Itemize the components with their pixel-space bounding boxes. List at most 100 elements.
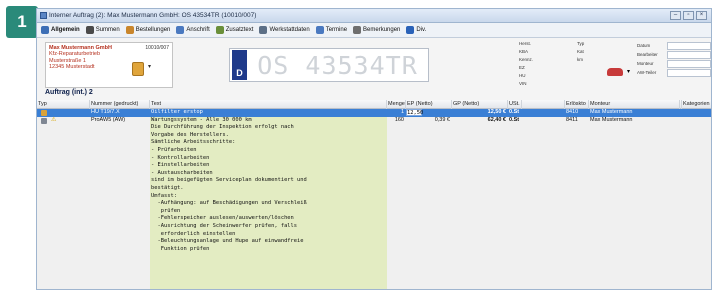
text-continuation-row[interactable]: sind im beigefügten Serviceplan dokument…	[37, 177, 711, 185]
row-text: -Aufhängung: auf Beschädigungen und Vers…	[151, 200, 307, 207]
vehicle-label: KBA	[519, 49, 529, 54]
row-text: - Prüfarbeiten	[151, 146, 197, 153]
chevron-down-icon[interactable]: ▾	[627, 68, 630, 75]
editor-label: Bearbeiter	[637, 52, 658, 57]
row-text: -Beleuchtungsanlage und Hupe auf einwand…	[151, 238, 304, 245]
column-header[interactable]: GP (Netto)	[452, 100, 508, 109]
table-row[interactable]: ⚠ ProAW5 (AW) Wartungssystem - Alle 30 000…	[37, 116, 711, 125]
text-continuation-row[interactable]: prüfen	[37, 207, 711, 216]
row-text: bestätigt.	[151, 184, 184, 191]
text-continuation-row[interactable]: erforderlich einstellen	[37, 230, 711, 239]
column-header[interactable]: Erlöskto	[565, 100, 589, 109]
mechanic-field[interactable]	[667, 59, 711, 68]
column-header[interactable]: Menge	[387, 100, 406, 109]
row-mechanic: Max Mustermann	[590, 109, 633, 115]
text-continuation-row[interactable]: - Prüfarbeiten	[37, 146, 711, 155]
row-text: prüfen	[151, 207, 181, 214]
toolbar-item-werkstattdaten[interactable]: Werkstattdaten	[259, 26, 310, 34]
text-continuation-row[interactable]: bestätigt.	[37, 184, 711, 193]
row-text: erforderlich einstellen	[151, 230, 236, 237]
editor-field[interactable]	[667, 50, 711, 59]
toolbar-item-termine[interactable]: Termine	[315, 26, 347, 34]
text-continuation-row[interactable]: Sämtliche Arbeitsschritte:	[37, 139, 711, 147]
table-row[interactable]: HU T19/7.X Oilfilter erstop 1 12,50 12,50 €0…	[37, 109, 711, 117]
close-button[interactable]: ×	[696, 11, 707, 20]
row-text: Umfasst:	[151, 192, 177, 199]
vehicle-label: VIN	[519, 81, 527, 86]
plate-number: OS 43534TR	[257, 50, 418, 80]
column-header[interactable]: USt.	[508, 100, 522, 109]
toolbar-item-summen[interactable]: Summen	[85, 26, 120, 34]
text-continuation-row[interactable]: Die Durchführung der Inspektion erfolgt …	[37, 124, 711, 132]
text-continuation-row[interactable]: -Fehlerspeicher auslesen/auswerten/lösch…	[37, 215, 711, 223]
row-number: HU T19/7.X	[91, 109, 120, 115]
row-mechanic: Max Mustermann	[590, 116, 633, 123]
toolbar-item-div-[interactable]: Div.	[406, 26, 426, 34]
window-titlebar[interactable]: Interner Auftrag (2): Max Mustermann Gmb…	[37, 9, 711, 23]
part-icon	[41, 110, 47, 116]
row-vat: 0.St	[509, 109, 520, 115]
chevron-down-icon[interactable]: ▾	[148, 64, 151, 70]
window-title: Interner Auftrag (2): Max Mustermann Gmb…	[49, 12, 257, 19]
column-header[interactable]: Kategorien	[682, 100, 711, 109]
text-continuation-row[interactable]: -Beleuchtungsanlage und Hupe auf einwand…	[37, 238, 711, 246]
calendar-icon	[315, 26, 324, 34]
vehicle-label: km	[577, 57, 583, 62]
car-icon[interactable]	[607, 68, 623, 76]
toolbar-item-allgemein[interactable]: Allgemein	[41, 26, 80, 34]
text-continuation-row[interactable]: -Ausrichtung der Scheinwerfer prüfen, fa…	[37, 222, 711, 231]
date-label: Datum	[637, 43, 651, 48]
toolbar-item-label: Bemerkungen	[363, 27, 401, 33]
toolbar-item-label: Werkstattdaten	[269, 27, 310, 33]
row-revenue-account: 8410	[566, 109, 579, 115]
toolbar-item-bemerkungen[interactable]: Bemerkungen	[353, 26, 400, 34]
toolbar-item-label: Summen	[95, 27, 120, 33]
unit-price-input[interactable]: 12,50	[406, 109, 423, 116]
row-text: Sämtliche Arbeitsschritte:	[151, 139, 236, 146]
column-header[interactable]: Text	[150, 100, 387, 109]
text-continuation-row[interactable]: Vorgabe des Herstellers.	[37, 131, 711, 140]
window-icon	[40, 12, 47, 19]
positions-grid: Typ Nummer (gedruckt) Text Menge EP (Netto) G…	[37, 100, 711, 289]
info-icon	[406, 26, 415, 34]
date-field[interactable]	[667, 41, 711, 50]
order-window: Interner Auftrag (2): Max Mustermann Gmb…	[36, 8, 712, 290]
order-icon	[125, 26, 134, 34]
toolbar-item-zusatztext[interactable]: Zusatztext	[215, 26, 253, 34]
maximize-button[interactable]: ▫	[683, 11, 694, 20]
minimize-button[interactable]: –	[670, 11, 681, 20]
order-label: Auftrag (int.) 2	[45, 89, 93, 96]
row-text: - Kontrollarbeiten	[151, 154, 210, 161]
vehicle-label: Typ	[577, 41, 585, 46]
toolbar-item-label: Bestellungen	[135, 27, 171, 33]
customer-contact-icon[interactable]	[132, 62, 144, 76]
column-header[interactable]: Monteur	[589, 100, 680, 109]
toolbar-item-bestellungen[interactable]: Bestellungen	[125, 26, 171, 34]
toolbar-item-anschrift[interactable]: Anschrift	[176, 26, 210, 34]
text-continuation-row[interactable]: -Aufhängung: auf Beschädigungen und Vers…	[37, 200, 711, 208]
text-continuation-row[interactable]: - Einstellarbeiten	[37, 162, 711, 170]
column-header[interactable]	[522, 100, 565, 109]
text-continuation-row[interactable]: - Austauscharbeiten	[37, 170, 711, 178]
column-header[interactable]: Typ	[37, 100, 90, 109]
note-icon	[215, 26, 224, 34]
column-header[interactable]: EP (Netto)	[406, 100, 452, 109]
comment-icon	[353, 26, 362, 34]
vehicle-label: HU	[519, 73, 526, 78]
row-text: -Ausrichtung der Scheinwerfer prüfen, fa…	[151, 222, 298, 229]
row-number: ProAW5 (AW)	[91, 116, 126, 123]
aw-divider-field[interactable]	[667, 68, 711, 77]
row-vat: 0.St	[509, 116, 520, 123]
home-icon	[41, 26, 49, 34]
row-text: Vorgabe des Herstellers.	[151, 131, 229, 138]
vehicle-label: Kennz.	[519, 57, 534, 62]
row-quantity: 1	[400, 109, 404, 115]
text-continuation-row[interactable]: Funktion prüfen	[37, 246, 711, 254]
column-header[interactable]: Nummer (gedruckt)	[90, 100, 150, 109]
text-continuation-row[interactable]: Umfasst:	[37, 192, 711, 201]
order-dates: Datum Bearbeiter Monteur AW-Teiler	[637, 41, 711, 77]
row-unit-price: 0,39 €	[434, 116, 450, 123]
text-continuation-row[interactable]: - Kontrollarbeiten	[37, 154, 711, 163]
row-text: - Einstellarbeiten	[151, 162, 210, 169]
customer-card[interactable]: Max Mustermann GmbH Kfz-Reparaturbetrieb…	[45, 42, 173, 88]
